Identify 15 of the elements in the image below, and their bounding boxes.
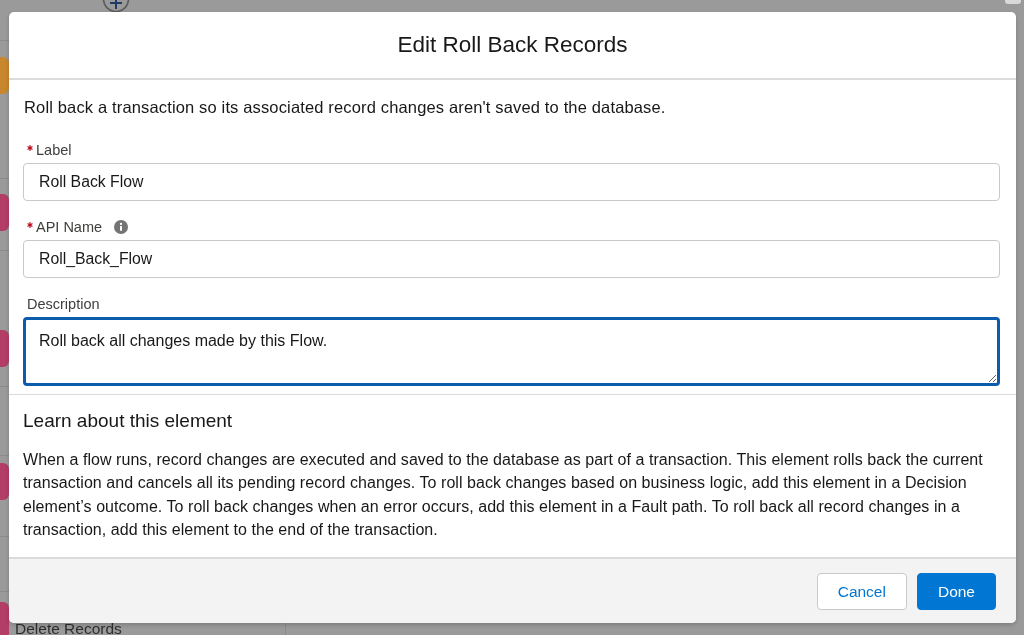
modal-title: Edit Roll Back Records xyxy=(397,31,628,59)
element-label: Delete Records xyxy=(15,623,122,635)
help-paragraph: When a flow runs, record changes are executed and saved to the database as part of a transaction. This element rolls back the current transaction and cancels all its pending record changes. To roll back changes based on business logic, add this element in a Decision element’s outcome. To roll back changes when an error occurs, add this element in a Fault path. To roll back all record changes in a transaction, add this element to the end of the transaction. xyxy=(23,450,984,541)
info-icon[interactable] xyxy=(114,220,129,234)
text-input[interactable]: Roll Back Flow xyxy=(23,163,1000,201)
description-textarea[interactable]: Roll back all changes made by this Flow. xyxy=(23,317,1000,386)
field-label: Label xyxy=(36,141,72,159)
panel-edge xyxy=(1005,0,1021,4)
cancel-button[interactable]: Cancel xyxy=(816,573,907,610)
field-label: API Name xyxy=(36,218,103,236)
field-label: Description xyxy=(27,295,100,313)
done-button[interactable]: Done xyxy=(916,573,996,610)
intro-text: Roll back a transaction so its associated record changes aren't saved to the database. xyxy=(24,97,667,117)
section-heading: Learn about this element xyxy=(23,410,234,432)
text-input[interactable]: Roll_Back_Flow xyxy=(23,240,1000,278)
